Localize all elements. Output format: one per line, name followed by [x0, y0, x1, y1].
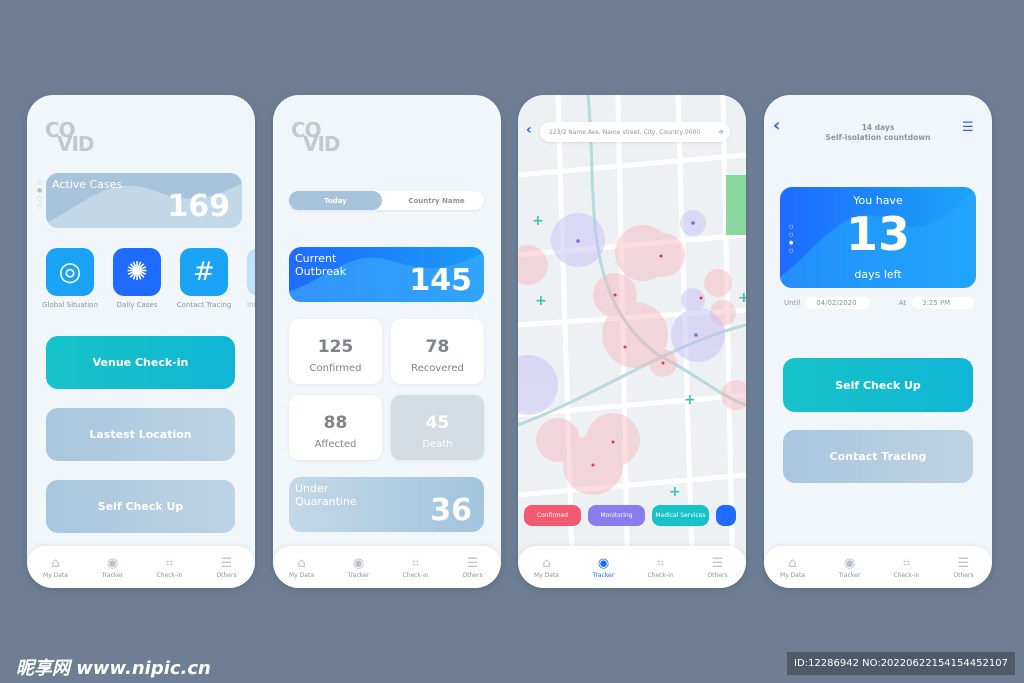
phone-statistics: CO VID Today Country Name Current Outbrea… [273, 95, 501, 588]
nav-my-data[interactable]: ⌂ My Data [524, 556, 569, 579]
virus-icon: ✺ [113, 248, 161, 296]
svg-text:+: + [738, 290, 746, 306]
bottom-nav: ⌂ My Data ◉ Tracker ⌗ Check-in ☰ Others [27, 546, 255, 588]
phone-home: CO VID ○ ● ○ ○ Active Cases 169 ◎ Global Situ… [27, 95, 255, 588]
scan-icon: ⌗ [902, 555, 911, 571]
menu-icon: ☰ [220, 555, 233, 571]
watermark-id: ID:12286942 NO:20220622154154452107 [787, 652, 1015, 675]
quarantine-card[interactable]: Under Quarantine 36 [289, 477, 484, 532]
venue-checkin-button[interactable]: Venue Check-in [46, 336, 235, 389]
nav-tracker[interactable]: ◉ Tracker [336, 556, 381, 579]
covid-logo: CO VID [45, 118, 95, 156]
nav-tracker[interactable]: ◉ Tracker [581, 556, 626, 579]
nav-tracker[interactable]: ◉ Tracker [827, 556, 872, 579]
covid-logo: CO VID [291, 118, 341, 156]
shortcut-row: ◎ Global Situation ✺ Daily Cases # Contact … [42, 248, 255, 309]
bottom-nav: ⌂ My Data ◉ Tracker ⌗ Check-in ☰ Others [764, 546, 992, 588]
you-have-label: You have [853, 194, 903, 207]
page-header: 14 days Self-isolation countdown [825, 123, 931, 142]
nav-others[interactable]: ☰ Others [941, 556, 986, 579]
at-label: At [898, 299, 906, 307]
active-cases-label: Active Cases [52, 178, 123, 191]
active-cases-value: 169 [167, 189, 230, 224]
stat-affected[interactable]: 88 Affected [289, 395, 382, 460]
days-remaining-value: 13 [845, 207, 910, 261]
nav-others[interactable]: ☰ Others [450, 556, 495, 579]
hash-icon: # [180, 248, 228, 296]
chip-monitoring[interactable]: Monitoring [588, 505, 645, 526]
svg-text:+: + [669, 484, 681, 500]
target-icon: ◉ [843, 555, 856, 571]
home-icon: ⌂ [51, 555, 60, 571]
until-row: Until 04/02/2020 At 3:25 PM [784, 297, 974, 309]
svg-text:+: + [532, 213, 544, 229]
chip-more[interactable] [716, 505, 736, 526]
shortcut-daily-cases[interactable]: ✺ Daily Cases [113, 248, 167, 309]
toggle-country[interactable]: Country Name [389, 191, 484, 210]
stat-recovered[interactable]: 78 Recovered [391, 319, 484, 384]
period-toggle: Today Country Name [289, 191, 484, 210]
current-outbreak-card[interactable]: Current Outbreak 145 [289, 247, 484, 302]
home-icon: ⌂ [542, 555, 551, 571]
toggle-today[interactable]: Today [289, 191, 382, 210]
nav-others[interactable]: ☰ Others [695, 556, 740, 579]
nav-check-in[interactable]: ⌗ Check-in [393, 556, 438, 579]
svg-text:+: + [684, 392, 696, 408]
info-icon: ○ [247, 248, 255, 296]
nav-tracker[interactable]: ◉ Tracker [90, 556, 135, 579]
phone-self-isolation: ‹ ☰ 14 days Self-isolation countdown ○ ○ ● ○… [764, 95, 992, 588]
phone-tracker-map: + + + + + ‹ 123/2 Name Ave. Name street, Cit… [518, 95, 746, 588]
shortcut-inform-label: Inform [247, 301, 255, 309]
until-date: 04/02/2020 [806, 297, 871, 309]
stat-death[interactable]: 45 Death [391, 395, 484, 460]
bottom-nav: ⌂ My Data ◉ Tracker ⌗ Check-in ☰ Others [518, 546, 746, 588]
home-icon: ⌂ [788, 555, 797, 571]
watermark-site: 昵享网 www.nipic.cn [16, 658, 211, 679]
quarantine-label: Under Quarantine [295, 482, 357, 508]
contact-tracing-button[interactable]: Contact Tracing [783, 430, 973, 483]
scan-icon: ⌗ [411, 555, 420, 571]
nav-my-data[interactable]: ⌂ My Data [33, 556, 78, 579]
active-cases-card[interactable]: Active Cases 169 [46, 173, 242, 228]
outbreak-label: Current Outbreak [295, 252, 347, 278]
chip-medical-services[interactable]: Medical Services [652, 505, 709, 526]
target-icon: ◉ [597, 555, 610, 571]
menu-icon: ☰ [466, 555, 479, 571]
shortcut-inform[interactable]: ○ Inform [247, 248, 255, 309]
globe-icon: ◎ [46, 248, 94, 296]
at-time: 3:25 PM [912, 297, 974, 309]
svg-text:+: + [535, 293, 547, 309]
stat-confirmed[interactable]: 125 Confirmed [289, 319, 382, 384]
address-search-input[interactable]: 123/2 Name Ave. Name street, City, Count… [540, 122, 730, 142]
bottom-nav: ⌂ My Data ◉ Tracker ⌗ Check-in ☰ Others [273, 546, 501, 588]
nav-my-data[interactable]: ⌂ My Data [770, 556, 815, 579]
nav-my-data[interactable]: ⌂ My Data [279, 556, 324, 579]
nav-others[interactable]: ☰ Others [204, 556, 249, 579]
nav-check-in[interactable]: ⌗ Check-in [884, 556, 929, 579]
days-left-label: days left [854, 268, 902, 281]
back-icon[interactable]: ‹ [526, 122, 532, 138]
until-label: Until [784, 299, 801, 307]
menu-icon: ☰ [957, 555, 970, 571]
quarantine-value: 36 [430, 493, 472, 528]
shortcut-global-situation[interactable]: ◎ Global Situation [42, 248, 100, 309]
scan-icon: ⌗ [165, 555, 174, 571]
scan-icon: ⌗ [656, 555, 665, 571]
nav-check-in[interactable]: ⌗ Check-in [147, 556, 192, 579]
chip-confirmed[interactable]: Confirmed [524, 505, 581, 526]
target-icon: ◉ [106, 555, 119, 571]
locate-icon[interactable]: ⌖ [718, 127, 724, 138]
outbreak-value: 145 [409, 263, 472, 298]
shortcut-contact-tracing[interactable]: # Contact Tracing [177, 248, 234, 309]
countdown-card[interactable]: ○ ○ ● ○ You have 13 days left [780, 187, 976, 288]
self-check-up-button[interactable]: Self Check Up [46, 480, 235, 533]
latest-location-button[interactable]: Lastest Location [46, 408, 235, 461]
carousel-dots[interactable]: ○ ● ○ ○ [37, 179, 42, 211]
self-check-up-button[interactable]: Self Check Up [783, 358, 973, 412]
nav-check-in[interactable]: ⌗ Check-in [638, 556, 683, 579]
target-icon: ◉ [352, 555, 365, 571]
legend-chips: Confirmed Monitoring Medical Services [524, 505, 736, 526]
menu-icon: ☰ [711, 555, 724, 571]
home-icon: ⌂ [297, 555, 306, 571]
